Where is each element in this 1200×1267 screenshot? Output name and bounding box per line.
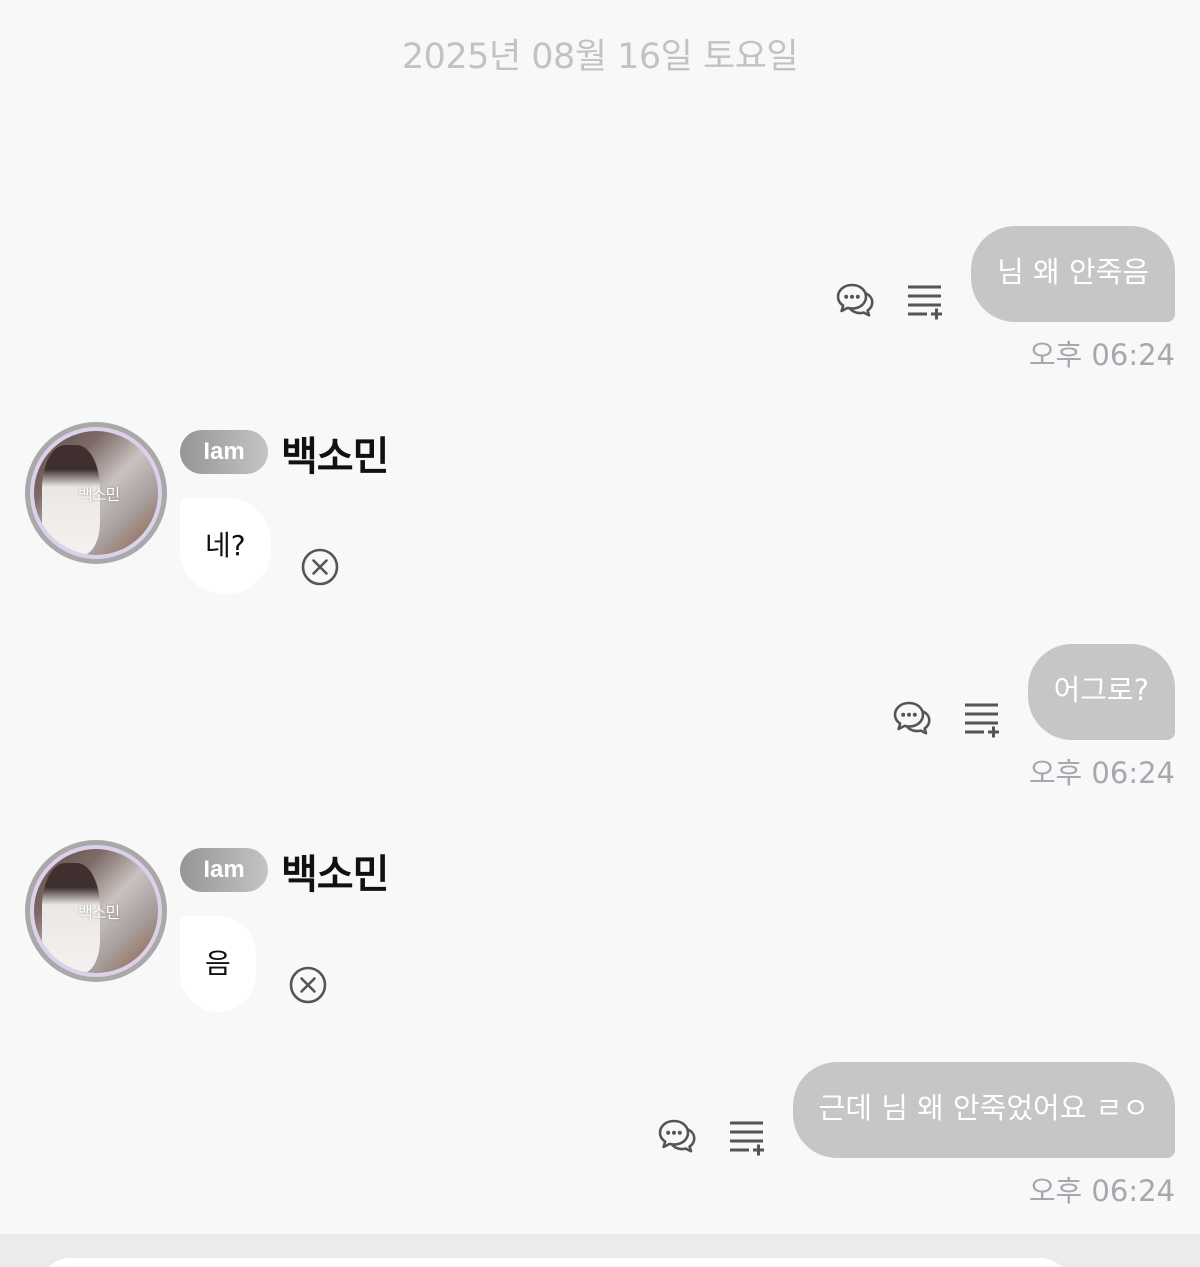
outgoing-message: 님 왜 안죽음 (835, 226, 1175, 322)
sender-avatar[interactable]: 백소민 (25, 422, 167, 564)
avatar-caption: 백소민 (78, 903, 120, 922)
incoming-message-bubble[interactable]: 네? (180, 498, 271, 594)
cancel-circle-icon[interactable] (288, 965, 328, 1005)
sender-name[interactable]: 백소민 (281, 424, 389, 482)
cancel-circle-icon[interactable] (300, 547, 340, 587)
outgoing-message-bubble[interactable]: 어그로? (1027, 644, 1175, 740)
chat-bubbles-icon[interactable] (835, 280, 875, 320)
message-timestamp: 오후 06:24 (1028, 756, 1175, 790)
message-actions (892, 698, 1002, 738)
sender-name[interactable]: 백소민 (281, 842, 389, 900)
list-add-icon[interactable] (727, 1116, 767, 1156)
sender-avatar[interactable]: 백소민 (25, 840, 167, 982)
chat-bubbles-icon[interactable] (892, 698, 932, 738)
outgoing-message-bubble[interactable]: 님 왜 안죽음 (971, 226, 1175, 322)
message-actions (657, 1116, 767, 1156)
avatar-caption: 백소민 (78, 485, 120, 504)
date-header: 2025년 08월 16일 토요일 (401, 37, 799, 77)
list-add-icon[interactable] (962, 698, 1002, 738)
incoming-message: 백소민 Iam 백소민 음 (25, 840, 725, 1030)
incoming-message-bubble[interactable]: 음 (180, 916, 256, 1012)
sender-badge: Iam (180, 848, 268, 892)
avatar-image: 백소민 (34, 849, 158, 973)
message-actions (835, 280, 945, 320)
outgoing-message: 어그로? (892, 644, 1175, 740)
input-bar (0, 1234, 1200, 1267)
avatar-image: 백소민 (34, 431, 158, 555)
message-timestamp: 오후 06:24 (1028, 1174, 1175, 1208)
message-timestamp: 오후 06:24 (1028, 338, 1175, 372)
outgoing-message: 근데 님 왜 안죽었어요 ㄹㅇ (657, 1062, 1175, 1158)
outgoing-message-bubble[interactable]: 근데 님 왜 안죽었어요 ㄹㅇ (792, 1062, 1175, 1158)
message-input[interactable] (40, 1258, 1070, 1267)
sender-badge: Iam (180, 430, 268, 474)
list-add-icon[interactable] (905, 280, 945, 320)
chat-bubbles-icon[interactable] (657, 1116, 697, 1156)
chat-screen: 2025년 08월 16일 토요일 님 왜 안죽음 오후 06:24 백소민 I… (0, 0, 1200, 1267)
incoming-message: 백소민 Iam 백소민 네? (25, 422, 725, 612)
